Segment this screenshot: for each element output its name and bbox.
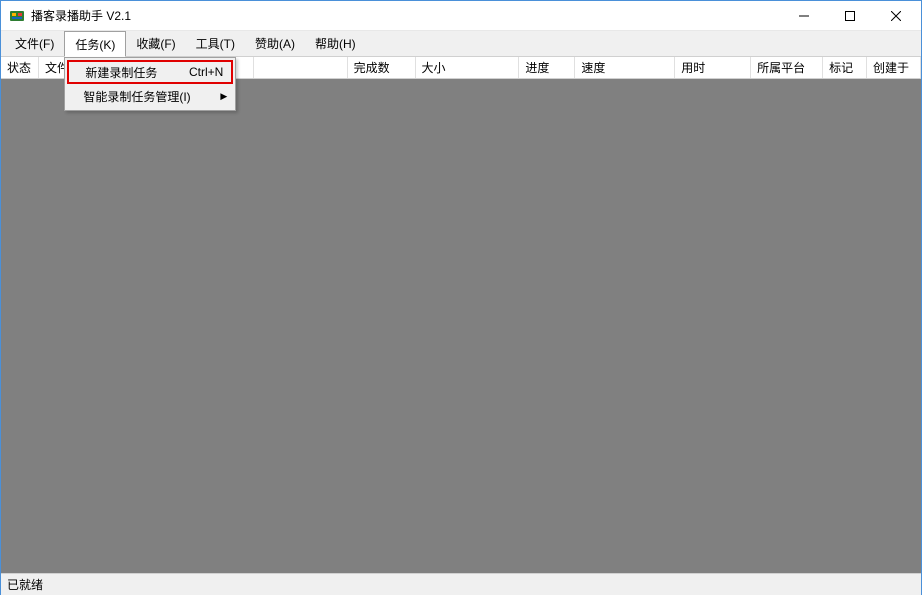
menu-task-label: 任务(K) [75, 36, 115, 53]
dropdown-item-label: 新建录制任务 [85, 64, 173, 81]
dropdown-smart-record-manage[interactable]: 智能录制任务管理(I) ▶ [67, 84, 233, 108]
submenu-arrow-icon: ▶ [220, 91, 227, 102]
dropdown-item-shortcut: Ctrl+N [189, 65, 223, 79]
content-area [1, 79, 921, 573]
menu-task[interactable]: 任务(K) 新建录制任务 Ctrl+N 智能录制任务管理(I) ▶ [64, 31, 126, 57]
col-mark[interactable]: 标记 [823, 57, 867, 78]
status-text: 已就绪 [7, 576, 43, 593]
col-progress[interactable]: 进度 [519, 57, 575, 78]
dropdown-item-label: 智能录制任务管理(I) [83, 88, 225, 105]
menu-sponsor[interactable]: 赞助(A) [245, 31, 305, 56]
menu-favorite[interactable]: 收藏(F) [126, 31, 185, 56]
close-button[interactable] [873, 2, 919, 30]
col-speed[interactable]: 速度 [575, 57, 675, 78]
col-created[interactable]: 创建于 [867, 57, 921, 78]
minimize-button[interactable] [781, 2, 827, 30]
col-platform[interactable]: 所属平台 [751, 57, 823, 78]
col-size[interactable]: 大小 [416, 57, 520, 78]
col-completed[interactable]: 完成数 [348, 57, 416, 78]
menubar: 文件(F) 任务(K) 新建录制任务 Ctrl+N 智能录制任务管理(I) ▶ … [1, 31, 921, 57]
col-blank[interactable] [254, 57, 348, 78]
titlebar: 播客录播助手 V2.1 [1, 1, 921, 31]
window-controls [781, 2, 919, 30]
col-elapsed[interactable]: 用时 [675, 57, 751, 78]
col-status[interactable]: 状态 [1, 57, 39, 78]
maximize-button[interactable] [827, 2, 873, 30]
statusbar: 已就绪 [1, 573, 921, 595]
menu-file[interactable]: 文件(F) [5, 31, 64, 56]
app-icon [9, 8, 25, 24]
menu-tools[interactable]: 工具(T) [186, 31, 245, 56]
task-dropdown: 新建录制任务 Ctrl+N 智能录制任务管理(I) ▶ [64, 57, 236, 111]
dropdown-new-record-task[interactable]: 新建录制任务 Ctrl+N [67, 60, 233, 84]
menu-help[interactable]: 帮助(H) [305, 31, 366, 56]
window-title: 播客录播助手 V2.1 [31, 7, 781, 24]
